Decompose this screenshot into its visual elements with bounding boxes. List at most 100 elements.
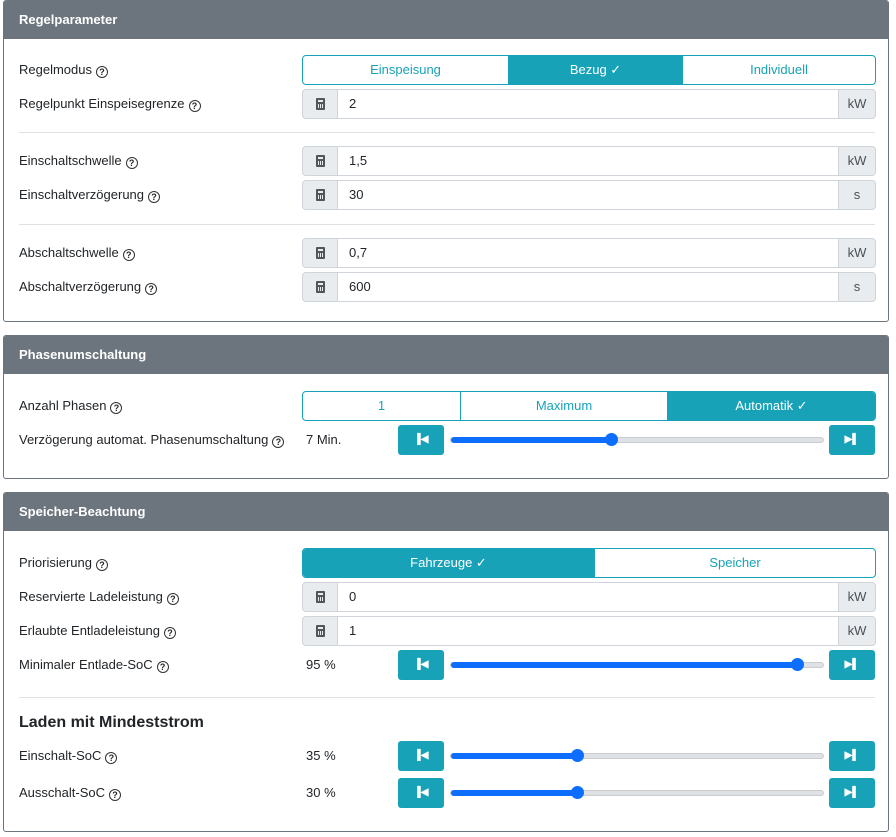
panel-header: Regelparameter [4,1,888,39]
priorisierung-label: Priorisierung? [19,548,108,578]
calculator-icon[interactable] [302,238,338,268]
unit: kW [838,238,876,268]
increase-button[interactable]: ▶▌ [829,425,875,455]
slider-fill [451,662,797,668]
skip-back-icon: ▐◀ [413,787,429,798]
unit: kW [838,146,876,176]
help-icon[interactable]: ? [272,436,285,448]
calculator-icon[interactable] [302,582,338,612]
help-icon[interactable]: ? [148,191,161,203]
unit: s [838,180,876,210]
phasenumschaltung-panel: Phasenumschaltung Anzahl Phasen? 1 Maxim… [3,335,889,479]
individuell-button[interactable]: Individuell [683,56,875,84]
abschaltschwelle-input[interactable]: 0,7 [338,238,838,268]
panel-header: Phasenumschaltung [4,336,888,374]
help-icon[interactable]: ? [125,157,138,169]
verzoegerung-value: 7 Min. [306,432,342,447]
abschaltschwelle-label: Abschaltschwelle? [19,238,135,268]
speicher-button[interactable]: Speicher [595,549,875,577]
anzahl-phasen-label: Anzahl Phasen? [19,391,123,421]
divider [19,224,875,225]
erlaubte-entladeleistung-label: Erlaubte Entladeleistung? [19,616,176,646]
slider-thumb[interactable] [571,749,585,762]
regelmodus-label: Regelmodus? [19,55,108,85]
skip-forward-icon: ▶▌ [844,659,860,670]
decrease-button[interactable]: ▐◀ [398,741,444,771]
help-icon[interactable]: ? [145,283,158,295]
einschalt-soc-value: 35 % [306,748,336,763]
automatik-button[interactable]: Automatik ✓ [668,392,875,420]
einspeisung-button[interactable]: Einspeisung [303,56,509,84]
min-entlade-soc-value: 95 % [306,657,336,672]
increase-button[interactable]: ▶▌ [829,778,875,808]
slider-fill [451,437,611,443]
slider-thumb[interactable] [571,786,585,799]
increase-button[interactable]: ▶▌ [829,650,875,680]
reservierte-ladeleistung-label: Reservierte Ladeleistung? [19,582,179,612]
reservierte-ladeleistung-input[interactable]: 0 [338,582,838,612]
increase-button[interactable]: ▶▌ [829,741,875,771]
help-icon[interactable]: ? [163,627,176,639]
ausschalt-soc-slider[interactable] [450,786,824,799]
maximum-button[interactable]: Maximum [461,392,668,420]
regelpunkt-label: Regelpunkt Einspeisegrenze? [19,89,201,119]
help-icon[interactable]: ? [108,789,121,801]
skip-back-icon: ▐◀ [413,434,429,445]
unit: kW [838,616,876,646]
help-icon[interactable]: ? [110,402,123,414]
divider [19,697,875,698]
help-icon[interactable]: ? [105,752,118,764]
skip-forward-icon: ▶▌ [844,787,860,798]
help-icon[interactable]: ? [122,249,135,261]
ausschalt-soc-value: 30 % [306,785,336,800]
skip-back-icon: ▐◀ [413,750,429,761]
phase-1-button[interactable]: 1 [303,392,461,420]
fahrzeuge-button[interactable]: Fahrzeuge ✓ [303,549,595,577]
slider-fill [451,790,578,796]
einschaltschwelle-input[interactable]: 1,5 [338,146,838,176]
skip-forward-icon: ▶▌ [844,434,860,445]
help-icon[interactable]: ? [96,66,108,78]
calculator-icon[interactable] [302,180,338,210]
calculator-icon[interactable] [302,146,338,176]
verzoegerung-label: Verzögerung automat. Phasenumschaltung? [19,425,285,455]
calculator-icon[interactable] [302,272,338,302]
bezug-button[interactable]: Bezug ✓ [509,56,683,84]
regelpunkt-input[interactable]: 2 [338,89,838,119]
decrease-button[interactable]: ▐◀ [398,778,444,808]
decrease-button[interactable]: ▐◀ [398,650,444,680]
divider [19,132,875,133]
einschalt-soc-label: Einschalt-SoC? [19,741,118,771]
unit: kW [838,582,876,612]
help-icon[interactable]: ? [166,593,179,605]
speicher-panel: Speicher-Beachtung Priorisierung? Fahrze… [3,492,889,832]
help-icon[interactable]: ? [156,661,169,673]
abschaltverzoegerung-input[interactable]: 600 [338,272,838,302]
mindeststrom-heading: Laden mit Mindeststrom [19,714,204,731]
verzoegerung-slider[interactable] [450,433,824,446]
einschaltschwelle-label: Einschaltschwelle? [19,146,138,176]
regelparameter-panel: Regelparameter Regelmodus? Einspeisung B… [3,0,889,322]
min-entlade-soc-slider[interactable] [450,658,824,671]
skip-back-icon: ▐◀ [413,659,429,670]
slider-thumb[interactable] [790,658,804,671]
calculator-icon[interactable] [302,616,338,646]
slider-fill [451,753,578,759]
priorisierung-group: Fahrzeuge ✓ Speicher [302,548,876,578]
help-icon[interactable]: ? [95,559,108,571]
einschaltverzoegerung-label: Einschaltverzögerung? [19,180,161,210]
panel-header: Speicher-Beachtung [4,493,888,531]
einschaltverzoegerung-input[interactable]: 30 [338,180,838,210]
decrease-button[interactable]: ▐◀ [398,425,444,455]
skip-forward-icon: ▶▌ [844,750,860,761]
regelmodus-group: Einspeisung Bezug ✓ Individuell [302,55,876,85]
slider-thumb[interactable] [604,433,618,446]
unit: s [838,272,876,302]
unit: kW [838,89,876,119]
calculator-icon[interactable] [302,89,338,119]
erlaubte-entladeleistung-input[interactable]: 1 [338,616,838,646]
einschalt-soc-slider[interactable] [450,749,824,762]
help-icon[interactable]: ? [188,100,201,112]
min-entlade-soc-label: Minimaler Entlade-SoC? [19,650,169,680]
ausschalt-soc-label: Ausschalt-SoC? [19,778,121,808]
